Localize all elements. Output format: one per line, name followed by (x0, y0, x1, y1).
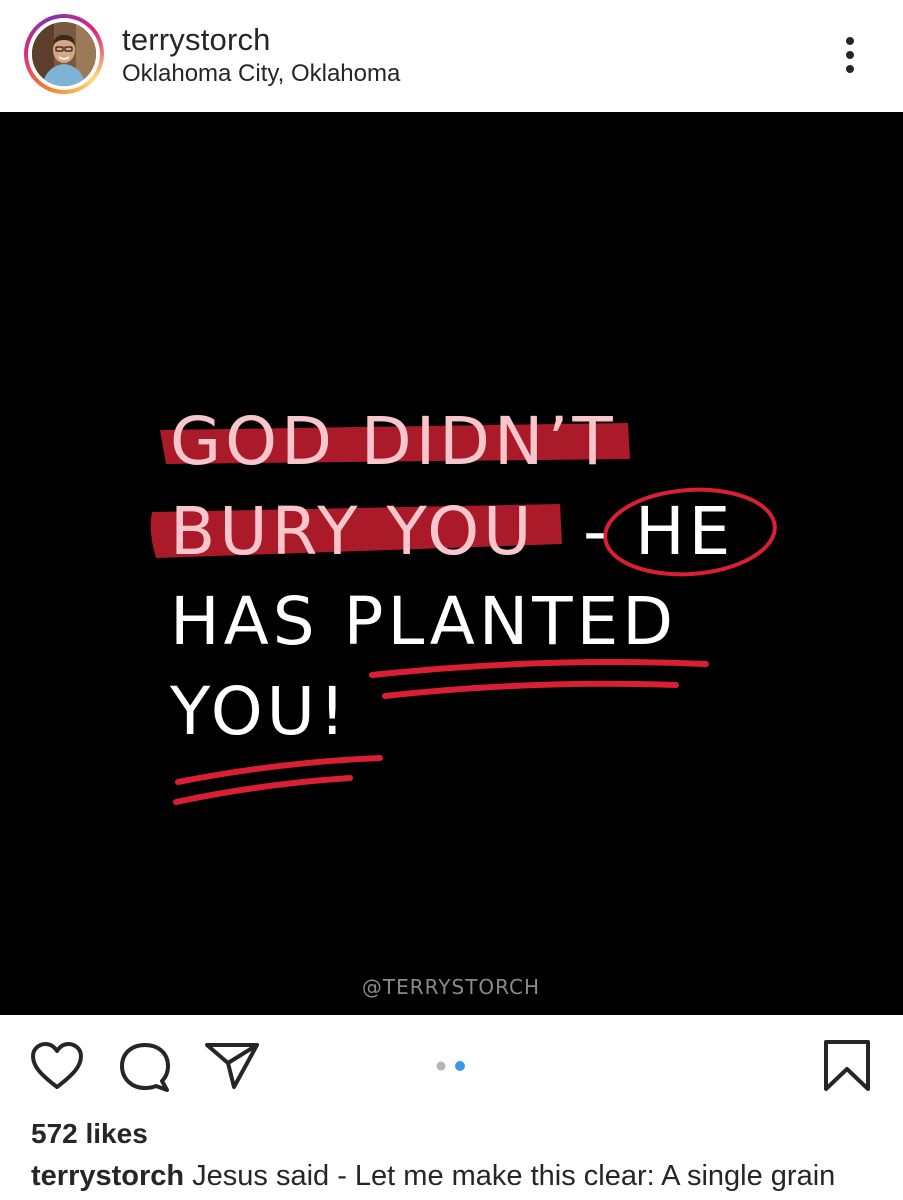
image-line-2b: - (583, 493, 607, 570)
image-watermark: @TERRYSTORCH (362, 975, 540, 999)
image-line-3: HAS PLANTED (170, 583, 677, 660)
comment-icon (120, 1043, 170, 1092)
image-line-4: YOU! (169, 673, 349, 750)
image-line-2a: BURY YOU (170, 493, 535, 570)
more-options-button[interactable] (832, 34, 868, 78)
avatar-frame (28, 18, 100, 90)
like-button[interactable] (30, 1041, 84, 1096)
carousel-dot-2 (455, 1061, 465, 1071)
avatar-photo (32, 22, 96, 86)
carousel-dot-1 (436, 1061, 446, 1071)
caption-username[interactable]: terrystorch (31, 1160, 184, 1192)
more-vertical-icon (846, 37, 854, 73)
image-line-1: GOD DIDN’T (170, 403, 617, 480)
post-caption: terrystorch Jesus said - Let me make this… (31, 1160, 881, 1193)
post-username[interactable]: terrystorch (122, 22, 271, 58)
post-image[interactable]: GOD DIDN’T BURY YOU - HE HAS PLANTED YOU… (0, 112, 903, 1015)
post-location[interactable]: Oklahoma City, Oklahoma (122, 60, 400, 88)
caption-text: Jesus said - Let me make this clear: A s… (192, 1160, 836, 1192)
avatar[interactable] (32, 22, 96, 86)
heart-icon (31, 1042, 83, 1089)
carousel-dots (436, 1061, 465, 1071)
carousel-indicator (436, 1059, 470, 1077)
share-button[interactable] (204, 1041, 260, 1096)
share-icon (205, 1043, 259, 1089)
post-header: terrystorch Oklahoma City, Oklahoma (0, 0, 903, 112)
image-line-2c: HE (635, 493, 734, 570)
post-image-art: GOD DIDN’T BURY YOU - HE HAS PLANTED YOU… (0, 112, 903, 1015)
save-button[interactable] (822, 1039, 872, 1098)
bookmark-icon (824, 1040, 870, 1091)
story-ring[interactable] (24, 14, 104, 94)
likes-count[interactable]: 572 likes (31, 1118, 148, 1150)
comment-button[interactable] (118, 1041, 172, 1098)
post-actions (0, 1015, 903, 1115)
